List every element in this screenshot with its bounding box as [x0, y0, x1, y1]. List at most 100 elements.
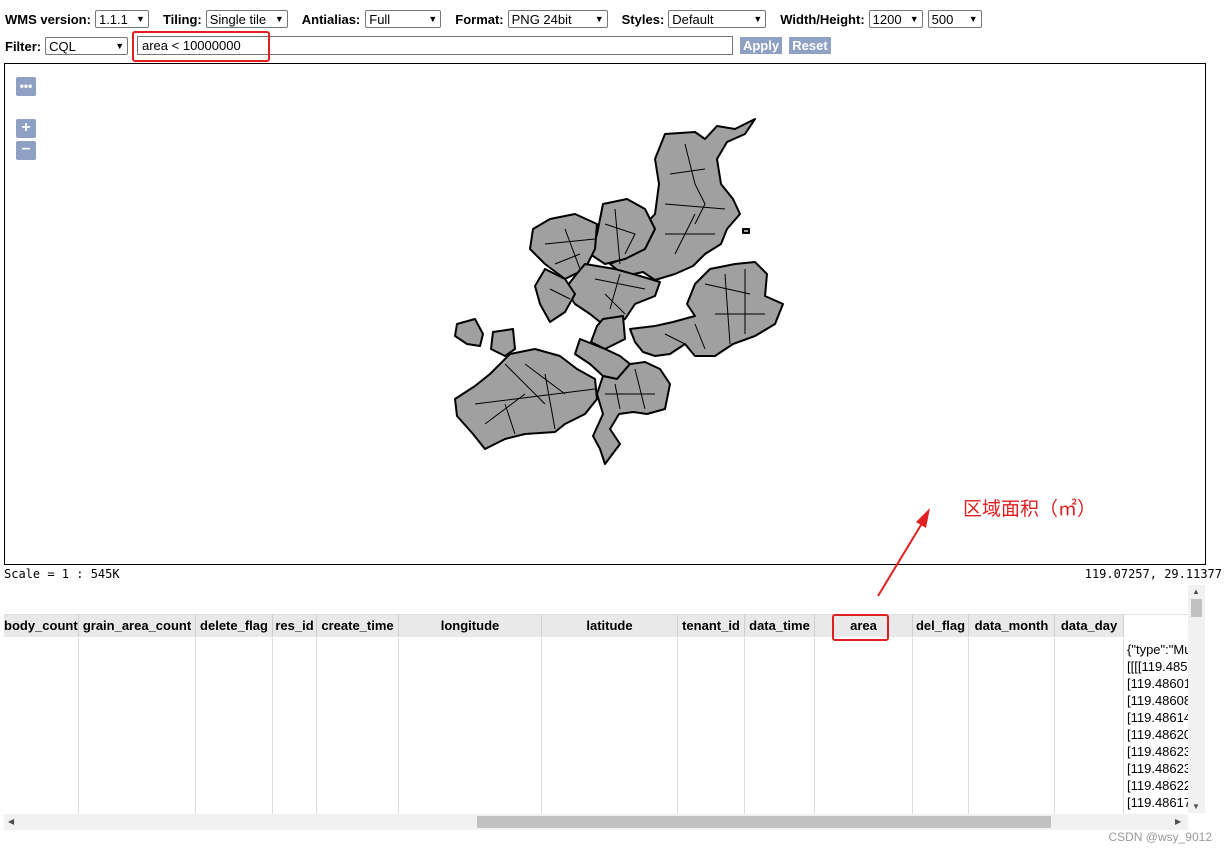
geometry-line: [119.48608	[1127, 693, 1188, 708]
column-header	[1124, 615, 1188, 637]
filter-label: Filter:	[5, 38, 42, 54]
geometry-line: [119.48617	[1127, 795, 1188, 810]
region-polygon	[454, 318, 484, 347]
wms-options-bar: WMS version: 1.1.1 ▼ Tiling: Single tile ▼…	[5, 9, 982, 29]
column-header[interactable]: delete_flag	[196, 615, 273, 637]
vertical-scrollbar[interactable]: ▲ ▼	[1188, 585, 1205, 813]
region-polygon	[742, 228, 750, 234]
chevron-down-icon: ▼	[594, 14, 604, 24]
table-cell	[273, 638, 317, 814]
geometry-line: [119.48614	[1127, 710, 1188, 725]
table-cell	[969, 638, 1055, 814]
table-cell	[913, 638, 969, 814]
table-cell	[678, 638, 745, 814]
geometry-line: [119.48620	[1127, 727, 1188, 742]
scroll-left-arrow-icon[interactable]: ◀	[8, 817, 14, 826]
geometry-line: [119.48601	[1127, 676, 1188, 691]
vertical-scroll-thumb[interactable]	[1191, 599, 1202, 617]
styles-label: Styles:	[621, 11, 665, 27]
geometry-line: {"type":"Mu	[1127, 642, 1188, 657]
wms-version-value: 1.1.1	[98, 11, 128, 27]
scroll-up-arrow-icon[interactable]: ▲	[1192, 587, 1200, 596]
table-header-row: body_count grain_area_count delete_flag res…	[4, 615, 1188, 637]
column-header[interactable]: tenant_id	[678, 615, 745, 637]
region-polygon	[490, 328, 516, 357]
table-cell	[1055, 638, 1124, 814]
annotation-arrow	[877, 508, 930, 597]
filter-type-select[interactable]: CQL ▼	[45, 37, 129, 55]
apply-button[interactable]: Apply	[740, 37, 782, 54]
styles-select[interactable]: Default ▼	[668, 10, 767, 28]
table-cell	[317, 638, 399, 814]
filter-type-value: CQL	[49, 38, 76, 54]
width-value: 1200	[872, 11, 902, 27]
chevron-down-icon: ▼	[909, 14, 919, 24]
chevron-down-icon: ▼	[115, 41, 125, 51]
height-select[interactable]: 500 ▼	[927, 10, 982, 28]
column-header[interactable]: body_count	[4, 615, 79, 637]
tiling-label: Tiling:	[162, 11, 202, 27]
styles-value: Default	[672, 11, 714, 27]
table-cell	[399, 638, 542, 814]
table-cell	[815, 638, 913, 814]
map-viewport[interactable]: ••• + −	[4, 63, 1206, 565]
column-header[interactable]: res_id	[273, 615, 317, 637]
tiling-select[interactable]: Single tile ▼	[205, 10, 288, 28]
table-cell	[79, 638, 196, 814]
arrow-shaft	[877, 519, 925, 597]
arrow-head	[916, 508, 930, 528]
column-header[interactable]: data_month	[969, 615, 1055, 637]
width-select[interactable]: 1200 ▼	[868, 10, 923, 28]
geometry-cell: {"type":"Mu [[[[119.485 [119.48601 [119.486…	[1124, 638, 1188, 814]
annotation-label: 区域面积（㎡）	[963, 499, 1097, 520]
wms-version-label: WMS version:	[5, 11, 91, 27]
column-header[interactable]: grain_area_count	[79, 615, 196, 637]
scroll-right-arrow-icon[interactable]: ▶	[1175, 817, 1181, 826]
map-polygons-layer	[454, 118, 784, 465]
geometry-line: [119.48623	[1127, 761, 1188, 776]
geometry-line: [119.48623	[1127, 744, 1188, 759]
coordinate-readout: 119.07257, 29.11377	[1084, 567, 1222, 581]
attribute-table: body_count grain_area_count delete_flag res…	[4, 614, 1188, 814]
table-cell	[542, 638, 678, 814]
column-header[interactable]: longitude	[399, 615, 542, 637]
format-value: PNG 24bit	[511, 11, 572, 27]
geometry-line: [[[[119.485	[1127, 659, 1188, 674]
antialias-label: Antialias:	[301, 11, 361, 27]
antialias-select[interactable]: Full ▼	[365, 10, 442, 28]
column-header[interactable]: create_time	[317, 615, 399, 637]
chevron-down-icon: ▼	[428, 14, 438, 24]
table-cell	[196, 638, 273, 814]
watermark: CSDN @wsy_9012	[1108, 830, 1212, 844]
scroll-down-arrow-icon[interactable]: ▼	[1192, 802, 1200, 811]
table-cell	[745, 638, 815, 814]
chevron-down-icon: ▼	[136, 14, 145, 24]
chevron-down-icon: ▼	[753, 14, 763, 24]
column-header[interactable]: del_flag	[913, 615, 969, 637]
width-height-label: Width/Height:	[780, 11, 865, 27]
chevron-down-icon: ▼	[274, 14, 284, 24]
format-select[interactable]: PNG 24bit ▼	[507, 10, 608, 28]
table-cell	[4, 638, 79, 814]
antialias-value: Full	[369, 11, 391, 27]
chevron-down-icon: ▼	[968, 14, 978, 24]
region-polygons	[454, 118, 784, 465]
scale-readout: Scale = 1 : 545K	[4, 567, 120, 581]
reset-button[interactable]: Reset	[789, 37, 831, 54]
horizontal-scroll-thumb[interactable]	[477, 816, 1051, 828]
format-label: Format:	[455, 11, 504, 27]
column-header[interactable]: data_time	[745, 615, 815, 637]
area-column-highlight	[832, 614, 889, 641]
geometry-line: [119.48622	[1127, 778, 1188, 793]
column-header[interactable]: data_day	[1055, 615, 1124, 637]
region-polygon	[590, 315, 626, 350]
tiling-value: Single tile	[209, 11, 267, 27]
region-polygon	[592, 361, 671, 465]
wms-version-select[interactable]: 1.1.1 ▼	[94, 10, 149, 28]
horizontal-scrollbar[interactable]: ◀ ▶	[4, 814, 1188, 830]
column-header[interactable]: latitude	[542, 615, 678, 637]
filter-highlight-box	[132, 31, 270, 62]
region-polygon	[454, 348, 598, 450]
height-value: 500	[931, 11, 954, 27]
table-body: {"type":"Mu [[[[119.485 [119.48601 [119.486…	[4, 638, 1188, 814]
